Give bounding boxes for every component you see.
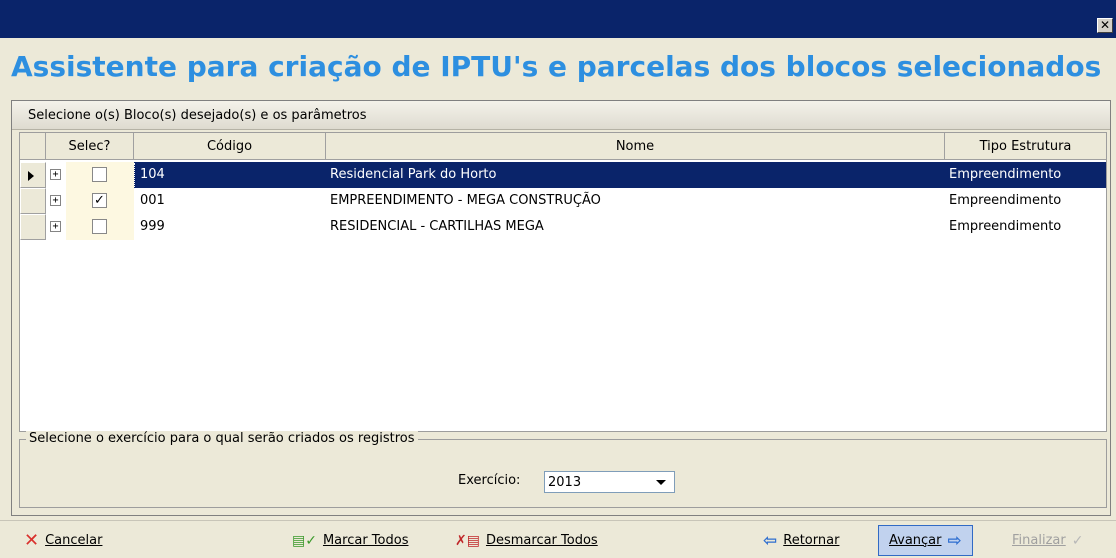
deselect-all-label: Desmarcar Todos [485,533,598,548]
blocks-grid: Selec? Código Nome Tipo Estrutura + 104 … [19,132,1107,432]
select-cell [66,214,134,240]
select-cell [66,162,134,188]
cancel-label: Cancelar [45,533,103,548]
column-header-nome[interactable]: Nome [326,133,945,160]
close-icon[interactable]: ✕ [1097,18,1113,33]
codigo-cell: 999 [140,219,165,234]
current-row-arrow-icon [28,171,34,181]
check-document-icon: ▤✓ [292,533,317,549]
deselect-all-button[interactable]: ✗▤ Desmarcar Todos [455,529,598,553]
select-all-label: Marcar Todos [322,533,409,548]
next-label: Avançar [889,532,942,548]
codigo-cell: 104 [140,167,165,182]
exercise-select[interactable]: 2013 [544,471,675,493]
arrow-left-icon: ⇦ [763,531,778,551]
row-checkbox[interactable]: ✓ [92,193,107,208]
row-indicator[interactable] [20,214,46,240]
wizard-header: Assistente para criação de IPTU's e parc… [0,38,1116,98]
table-row[interactable]: + 104 Residencial Park do Horto Empreend… [20,162,1106,188]
panel-caption: Selecione o(s) Bloco(s) desejado(s) e os… [12,101,1110,130]
chevron-down-icon[interactable] [656,480,666,485]
checkmark-icon: ✓ [1071,533,1084,549]
row-checkbox[interactable] [92,167,107,182]
exercise-legend: Selecione o exercício para o qual serão … [26,431,418,446]
row-checkbox[interactable] [92,219,107,234]
back-button[interactable]: ⇦ Retornar [763,529,839,553]
finish-button[interactable]: Finalizar ✓ [1012,529,1083,553]
nome-cell: RESIDENCIAL - CARTILHAS MEGA [330,219,544,234]
arrow-right-icon: ⇨ [947,530,962,551]
row-indicator[interactable] [20,162,46,188]
blocks-panel: Selecione o(s) Bloco(s) desejado(s) e os… [11,100,1111,516]
exercise-value: 2013 [548,475,582,490]
codigo-cell: 001 [140,193,165,208]
uncheck-document-icon: ✗▤ [455,533,480,549]
nome-cell: Residencial Park do Horto [330,167,497,182]
table-row[interactable]: + 999 RESIDENCIAL - CARTILHAS MEGA Empre… [20,214,1106,240]
next-button[interactable]: Avançar ⇨ [878,525,973,556]
expand-icon[interactable]: + [50,169,61,180]
row-indicator-header [20,133,46,160]
window-titlebar: ✕ [0,0,1116,38]
column-header-codigo[interactable]: Código [134,133,326,160]
select-all-button[interactable]: ▤✓ Marcar Todos [292,529,408,553]
table-row[interactable]: + ✓ 001 EMPREENDIMENTO - MEGA CONSTRUÇÃO… [20,188,1106,214]
nome-cell: EMPREENDIMENTO - MEGA CONSTRUÇÃO [330,193,601,208]
finish-label: Finalizar [1012,533,1066,548]
select-cell: ✓ [66,188,134,214]
button-bar: ✕ Cancelar ▤✓ Marcar Todos ✗▤ Desmarcar … [0,520,1116,558]
column-header-selec[interactable]: Selec? [46,133,134,160]
exercise-label: Exercício: [458,473,521,488]
tipo-cell: Empreendimento [949,167,1062,182]
back-label: Retornar [783,533,840,548]
column-header-tipo[interactable]: Tipo Estrutura [945,133,1106,160]
x-icon: ✕ [24,530,40,551]
page-title: Assistente para criação de IPTU's e parc… [11,50,1102,83]
tipo-cell: Empreendimento [949,219,1062,234]
tipo-cell: Empreendimento [949,193,1062,208]
cancel-button[interactable]: ✕ Cancelar [24,529,102,553]
row-indicator[interactable] [20,188,46,214]
exercise-group: Selecione o exercício para o qual serão … [19,431,1107,508]
focus-rectangle [134,163,138,187]
grid-header: Selec? Código Nome Tipo Estrutura [20,133,1106,160]
expand-icon[interactable]: + [50,195,61,206]
expand-icon[interactable]: + [50,221,61,232]
